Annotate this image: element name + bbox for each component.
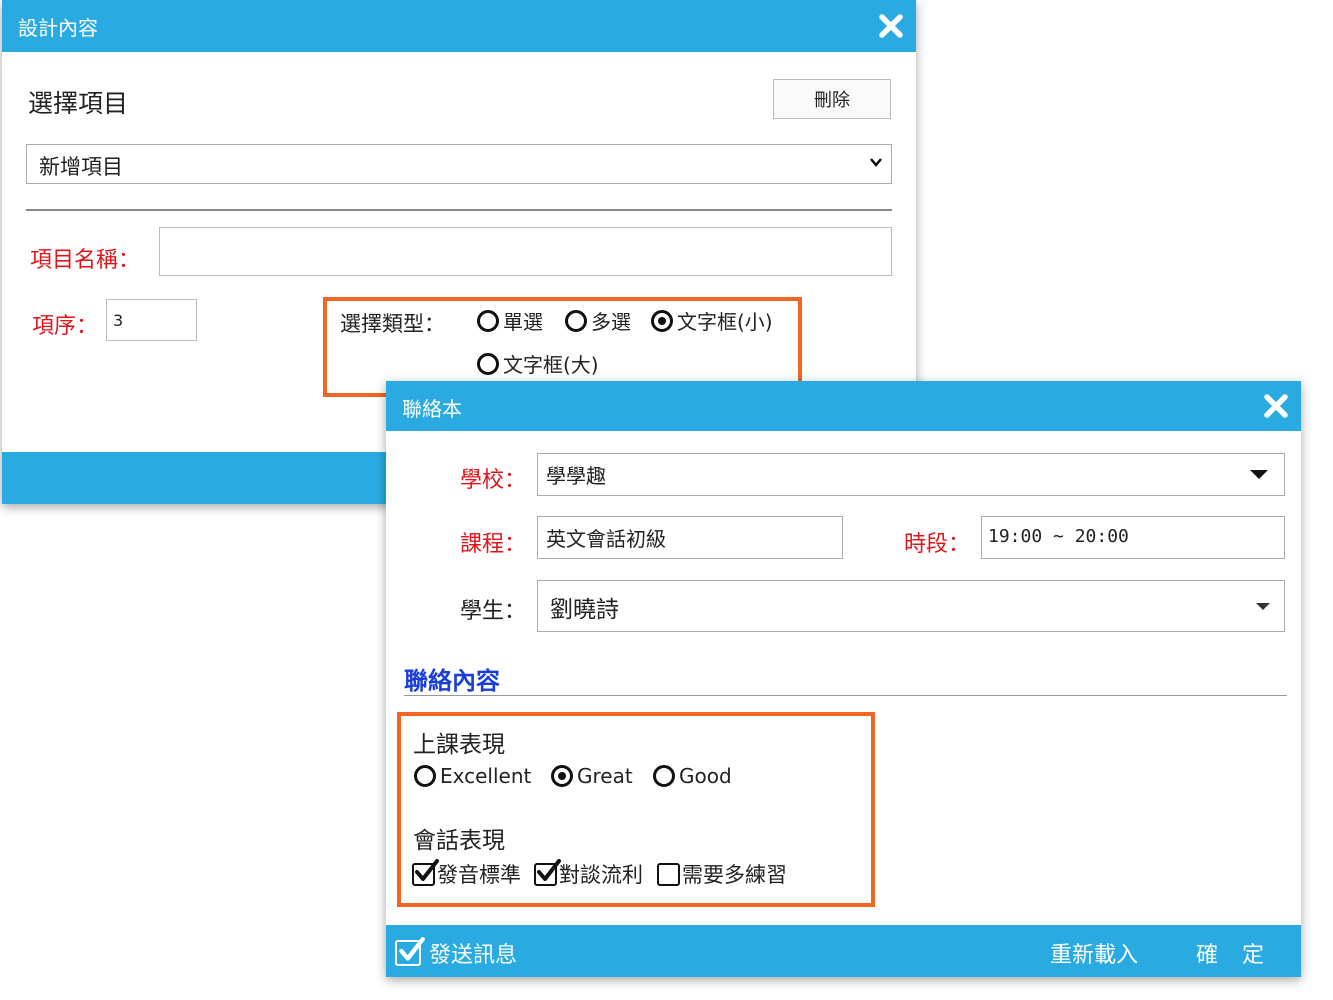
- item-name-label: 項目名稱：: [30, 248, 141, 273]
- student-value: 劉曉詩: [550, 597, 619, 623]
- select-item-heading: 選擇項目: [28, 89, 129, 118]
- course-field[interactable]: 英文會話初級: [537, 516, 843, 559]
- item-name-input[interactable]: [159, 227, 892, 276]
- student-label: 學生：: [460, 599, 527, 624]
- time-label: 時段：: [904, 532, 971, 557]
- checkbox-checked-icon: [395, 937, 425, 966]
- send-message-toggle[interactable]: 發送訊息: [395, 937, 517, 969]
- order-label: 項序：: [32, 314, 99, 339]
- close-icon[interactable]: [1263, 393, 1289, 419]
- caret-down-icon: [1250, 470, 1268, 479]
- contact-dialog-footer: 發送訊息 重新載入 確 定: [386, 925, 1301, 977]
- divider: [26, 209, 892, 211]
- order-input[interactable]: 3: [106, 299, 197, 341]
- confirm-button[interactable]: 確 定: [1196, 937, 1265, 969]
- school-select[interactable]: 學學趣: [537, 453, 1285, 496]
- delete-button[interactable]: 刪除: [773, 79, 891, 119]
- contact-dialog-titlebar: 聯絡本: [386, 381, 1301, 431]
- school-label: 學校：: [460, 468, 527, 493]
- course-label: 課程：: [460, 532, 527, 557]
- design-dialog-titlebar: 設計內容: [2, 0, 916, 52]
- school-value: 學學趣: [546, 464, 606, 488]
- section-title: 聯絡內容: [404, 667, 500, 695]
- time-field[interactable]: 19:00 ~ 20:00: [981, 516, 1285, 559]
- caret-down-icon: [1256, 603, 1270, 610]
- student-select[interactable]: 劉曉詩: [537, 580, 1285, 632]
- design-dialog-title: 設計內容: [18, 16, 98, 40]
- item-select-value: 新增項目: [39, 155, 123, 179]
- contact-content-highlight-box: [397, 712, 875, 907]
- item-select[interactable]: 新增項目: [26, 144, 892, 184]
- chevron-down-icon: [870, 158, 882, 167]
- close-icon[interactable]: [878, 13, 904, 39]
- divider: [404, 695, 1287, 696]
- contact-dialog-title: 聯絡本: [402, 397, 462, 421]
- reload-button[interactable]: 重新載入: [1050, 937, 1138, 969]
